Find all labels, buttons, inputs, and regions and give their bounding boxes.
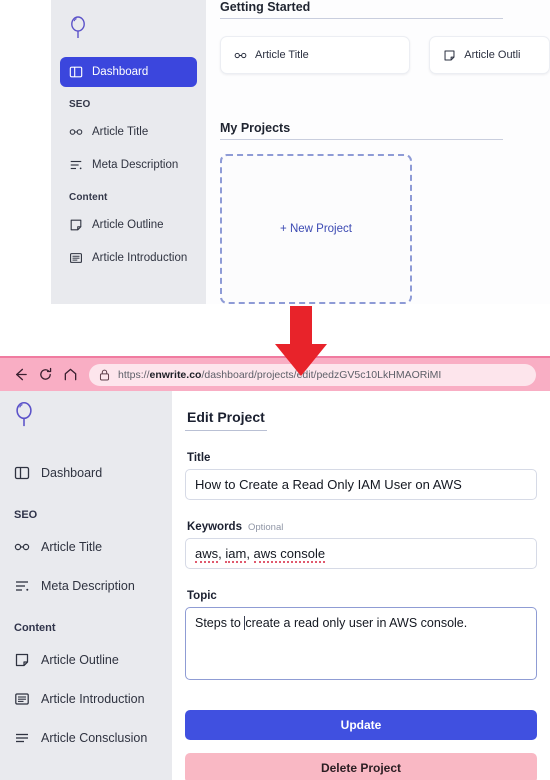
dashboard-screenshot: Dashboard SEO Article Title Meta Descrip… [0,0,550,356]
keyword-chip: iam [225,546,247,563]
sidebar-item-label: Article Consclusion [41,731,148,745]
sidebar-item-article-title[interactable]: Article Title [0,532,172,562]
balloon-logo-icon [16,402,32,427]
reload-icon [40,367,52,380]
home-icon [64,368,77,381]
topic-value-before-caret: Steps to [195,616,245,630]
back-button[interactable] [8,362,33,387]
screenshot-page: Dashboard SEO Article Title Meta Descrip… [0,0,550,780]
page-title: Edit Project [185,405,267,431]
sidebar-group-content: Content [69,192,108,203]
title-input[interactable]: How to Create a Read Only IAM User on AW… [185,469,537,500]
url-scheme: https:// [118,368,150,381]
section-divider [220,139,503,140]
layout-panel-icon [14,466,30,480]
title-input-value: How to Create a Read Only IAM User on AW… [195,477,462,492]
card-article-title[interactable]: Article Title [220,36,411,74]
glasses-icon [234,52,247,58]
layout-panel-icon [69,66,83,78]
edit-project-form: Edit Project Title How to Create a Read … [172,391,550,780]
sidebar-item-article-title[interactable]: Article Title [60,117,197,147]
reload-button[interactable] [33,362,58,387]
card-label: Article Outli [464,49,521,61]
edit-project-screenshot: Dashboard SEO Article Title Meta Descrip… [0,391,550,780]
back-arrow-icon [16,368,27,381]
lock-icon [99,369,110,380]
bottom-sidebar: Dashboard SEO Article Title Meta Descrip… [0,391,172,780]
article-box-icon [70,253,82,263]
three-lines-icon [16,733,28,743]
sidebar-item-dashboard[interactable]: Dashboard [0,458,172,488]
sidebar-item-article-introduction[interactable]: Article Introduction [0,684,172,714]
keywords-input[interactable]: aws, iam, aws console [185,538,537,569]
card-article-outline[interactable]: Article Outli [429,36,550,74]
text-lines-icon [70,160,82,170]
down-arrow-icon [275,306,327,376]
card-label: Article Title [255,49,309,61]
sidebar-item-article-conclusion[interactable]: Article Consclusion [0,723,172,753]
new-project-label: + New Project [280,223,352,235]
delete-button-label: Delete Project [320,761,402,775]
sticky-note-icon [15,653,29,667]
delete-project-button[interactable]: Delete Project [185,753,537,780]
balloon-logo-icon [71,16,85,38]
sidebar-item-article-outline[interactable]: Article Outline [60,210,197,240]
annotation-arrow [273,306,329,383]
topic-value-after-caret: create a read only user in AWS console. [245,616,468,630]
sticky-note-icon [70,219,82,231]
topic-label-text: Topic [187,590,217,602]
title-label-text: Title [187,452,211,464]
sidebar-item-article-outline[interactable]: Article Outline [0,645,172,675]
top-main-content: Getting Started Article Title Article Ou… [206,0,550,304]
url-domain: enwrite.co [149,368,202,381]
title-field-label: Title [187,452,537,464]
sidebar-group-seo: SEO [69,99,91,110]
topic-field-label: Topic [187,590,537,602]
app-logo[interactable] [51,8,206,54]
update-button-label: Update [340,718,382,732]
sidebar-item-label: Dashboard [41,466,103,480]
keywords-field-label: Keywords Optional [187,521,537,533]
sidebar-item-label: Article Outline [92,219,164,231]
sidebar-item-label: Meta Description [41,579,135,593]
getting-started-heading: Getting Started [220,0,311,14]
getting-started-cards: Article Title Article Outli [220,36,550,74]
sidebar-item-article-introduction[interactable]: Article Introduction [60,243,197,273]
topic-textarea[interactable]: Steps to create a read only user in AWS … [185,607,537,680]
sidebar-item-dashboard[interactable]: Dashboard [60,57,197,87]
sidebar-item-label: Article Introduction [41,692,145,706]
keyword-chip: aws console [253,546,326,563]
section-divider [220,18,503,19]
sidebar-item-label: Article Introduction [92,252,188,264]
update-button[interactable]: Update [185,710,537,740]
sidebar-item-meta-description[interactable]: Meta Description [60,150,197,180]
home-button[interactable] [58,362,83,387]
sticky-note-icon [444,50,455,60]
sidebar-group-seo: SEO [14,509,38,521]
sidebar-item-label: Article Outline [41,653,119,667]
sidebar-item-label: Article Title [92,126,149,138]
new-project-button[interactable]: + New Project [220,154,412,304]
glasses-icon [69,129,83,135]
sidebar-item-meta-description[interactable]: Meta Description [0,571,172,601]
app-logo[interactable] [0,391,172,449]
sidebar-item-label: Article Title [41,540,103,554]
keyword-chip: aws [195,546,219,563]
top-sidebar: Dashboard SEO Article Title Meta Descrip… [51,0,206,304]
keywords-input-value: aws, iam, aws console [195,546,326,563]
sidebar-group-content: Content [14,622,56,634]
sidebar-item-label: Dashboard [92,66,149,78]
keywords-optional-tag: Optional [247,522,284,533]
text-lines-icon [16,581,29,591]
keywords-label-text: Keywords [187,521,242,533]
article-box-icon [15,693,29,705]
glasses-icon [14,543,30,551]
my-projects-heading: My Projects [220,121,291,135]
sidebar-item-label: Meta Description [92,159,179,171]
